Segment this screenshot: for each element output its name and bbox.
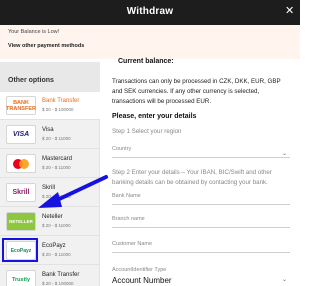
low-balance-text: Your Balance is Low! (8, 29, 60, 35)
account-id-type-label: AccountIdentifier Type (112, 267, 167, 273)
country-select[interactable]: Country ⌄ (112, 146, 290, 158)
bank-name-field[interactable]: Bank Name (112, 193, 290, 205)
chevron-down-icon: ⌄ (282, 277, 288, 283)
option-name: Bank Transfer (42, 272, 80, 278)
trustly-logo: Trustly (6, 270, 36, 286)
bank-name-label: Bank Name (112, 193, 141, 199)
sidebar-heading: Other options (0, 62, 100, 92)
mastercard-circles (13, 158, 29, 169)
option-range: $ 20 - $ 100000 (42, 107, 74, 112)
neteller-logo: NETELLER (6, 212, 36, 231)
option-range: $ 20 - $ 11000 (42, 252, 71, 257)
option-name: EcoPayz (42, 243, 66, 249)
enter-details-heading: Please, enter your details (112, 113, 197, 120)
option-skrill[interactable]: Skrill Skrill $ 20 - $ 11000 (0, 179, 100, 207)
neteller-highlight-box (2, 238, 38, 262)
currency-note-line-2: and SEK currencies. If any other currenc… (112, 88, 260, 95)
option-visa[interactable]: VISA Visa $ 20 - $ 11000 (0, 121, 100, 149)
option-range: $ 20 - $ 11000 (42, 223, 71, 228)
current-balance-label: Current balance: (118, 58, 174, 65)
country-label: Country (112, 146, 132, 152)
option-name: Neteller (42, 214, 63, 220)
currency-note-line-3: transactions will be processed EUR. (112, 98, 212, 105)
option-range: $ 20 - $ 100000 (42, 281, 74, 286)
step2-line-2: banking details can be obtained by conta… (112, 179, 268, 186)
option-neteller[interactable]: NETELLER Neteller $ 20 - $ 11000 (0, 208, 100, 236)
page-title: Withdraw (126, 6, 174, 17)
option-name: Visa (42, 127, 54, 133)
currency-note-line-1: Transactions can only be processed in CZ… (112, 78, 281, 85)
option-name: Bank Transfer (42, 98, 80, 104)
account-id-type-select[interactable]: Account Number (112, 276, 172, 285)
sidebar-heading-label: Other options (8, 77, 54, 84)
visa-logo: VISA (6, 125, 36, 144)
step1-label: Step 1 Select your region (112, 128, 182, 135)
withdraw-form: Current balance: Transactions can only b… (100, 58, 300, 286)
close-icon[interactable]: ✕ (285, 5, 294, 17)
option-range: $ 20 - $ 11000 (42, 165, 71, 170)
view-other-payment-methods-link[interactable]: View other payment methods (8, 43, 84, 49)
branch-name-label: Branch name (112, 216, 145, 222)
customer-name-label: Customer Name (112, 241, 153, 247)
option-range: $ 20 - $ 11000 (42, 194, 71, 199)
payment-options-sidebar: Other options BANK TRANSFER Bank Transfe… (0, 62, 100, 286)
step2-line-1: Step 2 Enter your details – Your IBAN, B… (112, 169, 272, 176)
customer-name-field[interactable]: Customer Name (112, 241, 290, 253)
low-balance-banner: Your Balance is Low! View other payment … (0, 25, 300, 59)
option-mastercard[interactable]: Mastercard $ 20 - $ 11000 (0, 150, 100, 178)
branch-name-field[interactable]: Branch name (112, 216, 290, 228)
chevron-down-icon: ⌄ (282, 151, 288, 157)
option-name: Mastercard (42, 156, 73, 162)
option-trustly[interactable]: Trustly Bank Transfer $ 20 - $ 100000 (0, 266, 100, 286)
option-bank-transfer[interactable]: BANK TRANSFER Bank Transfer $ 20 - $ 100… (0, 92, 100, 120)
skrill-logo: Skrill (6, 183, 36, 202)
bank-transfer-logo: BANK TRANSFER (6, 96, 36, 115)
option-range: $ 20 - $ 11000 (42, 136, 71, 141)
mastercard-logo (6, 154, 36, 173)
option-name: Skrill (42, 185, 55, 191)
top-bar: Withdraw ✕ (0, 0, 300, 25)
